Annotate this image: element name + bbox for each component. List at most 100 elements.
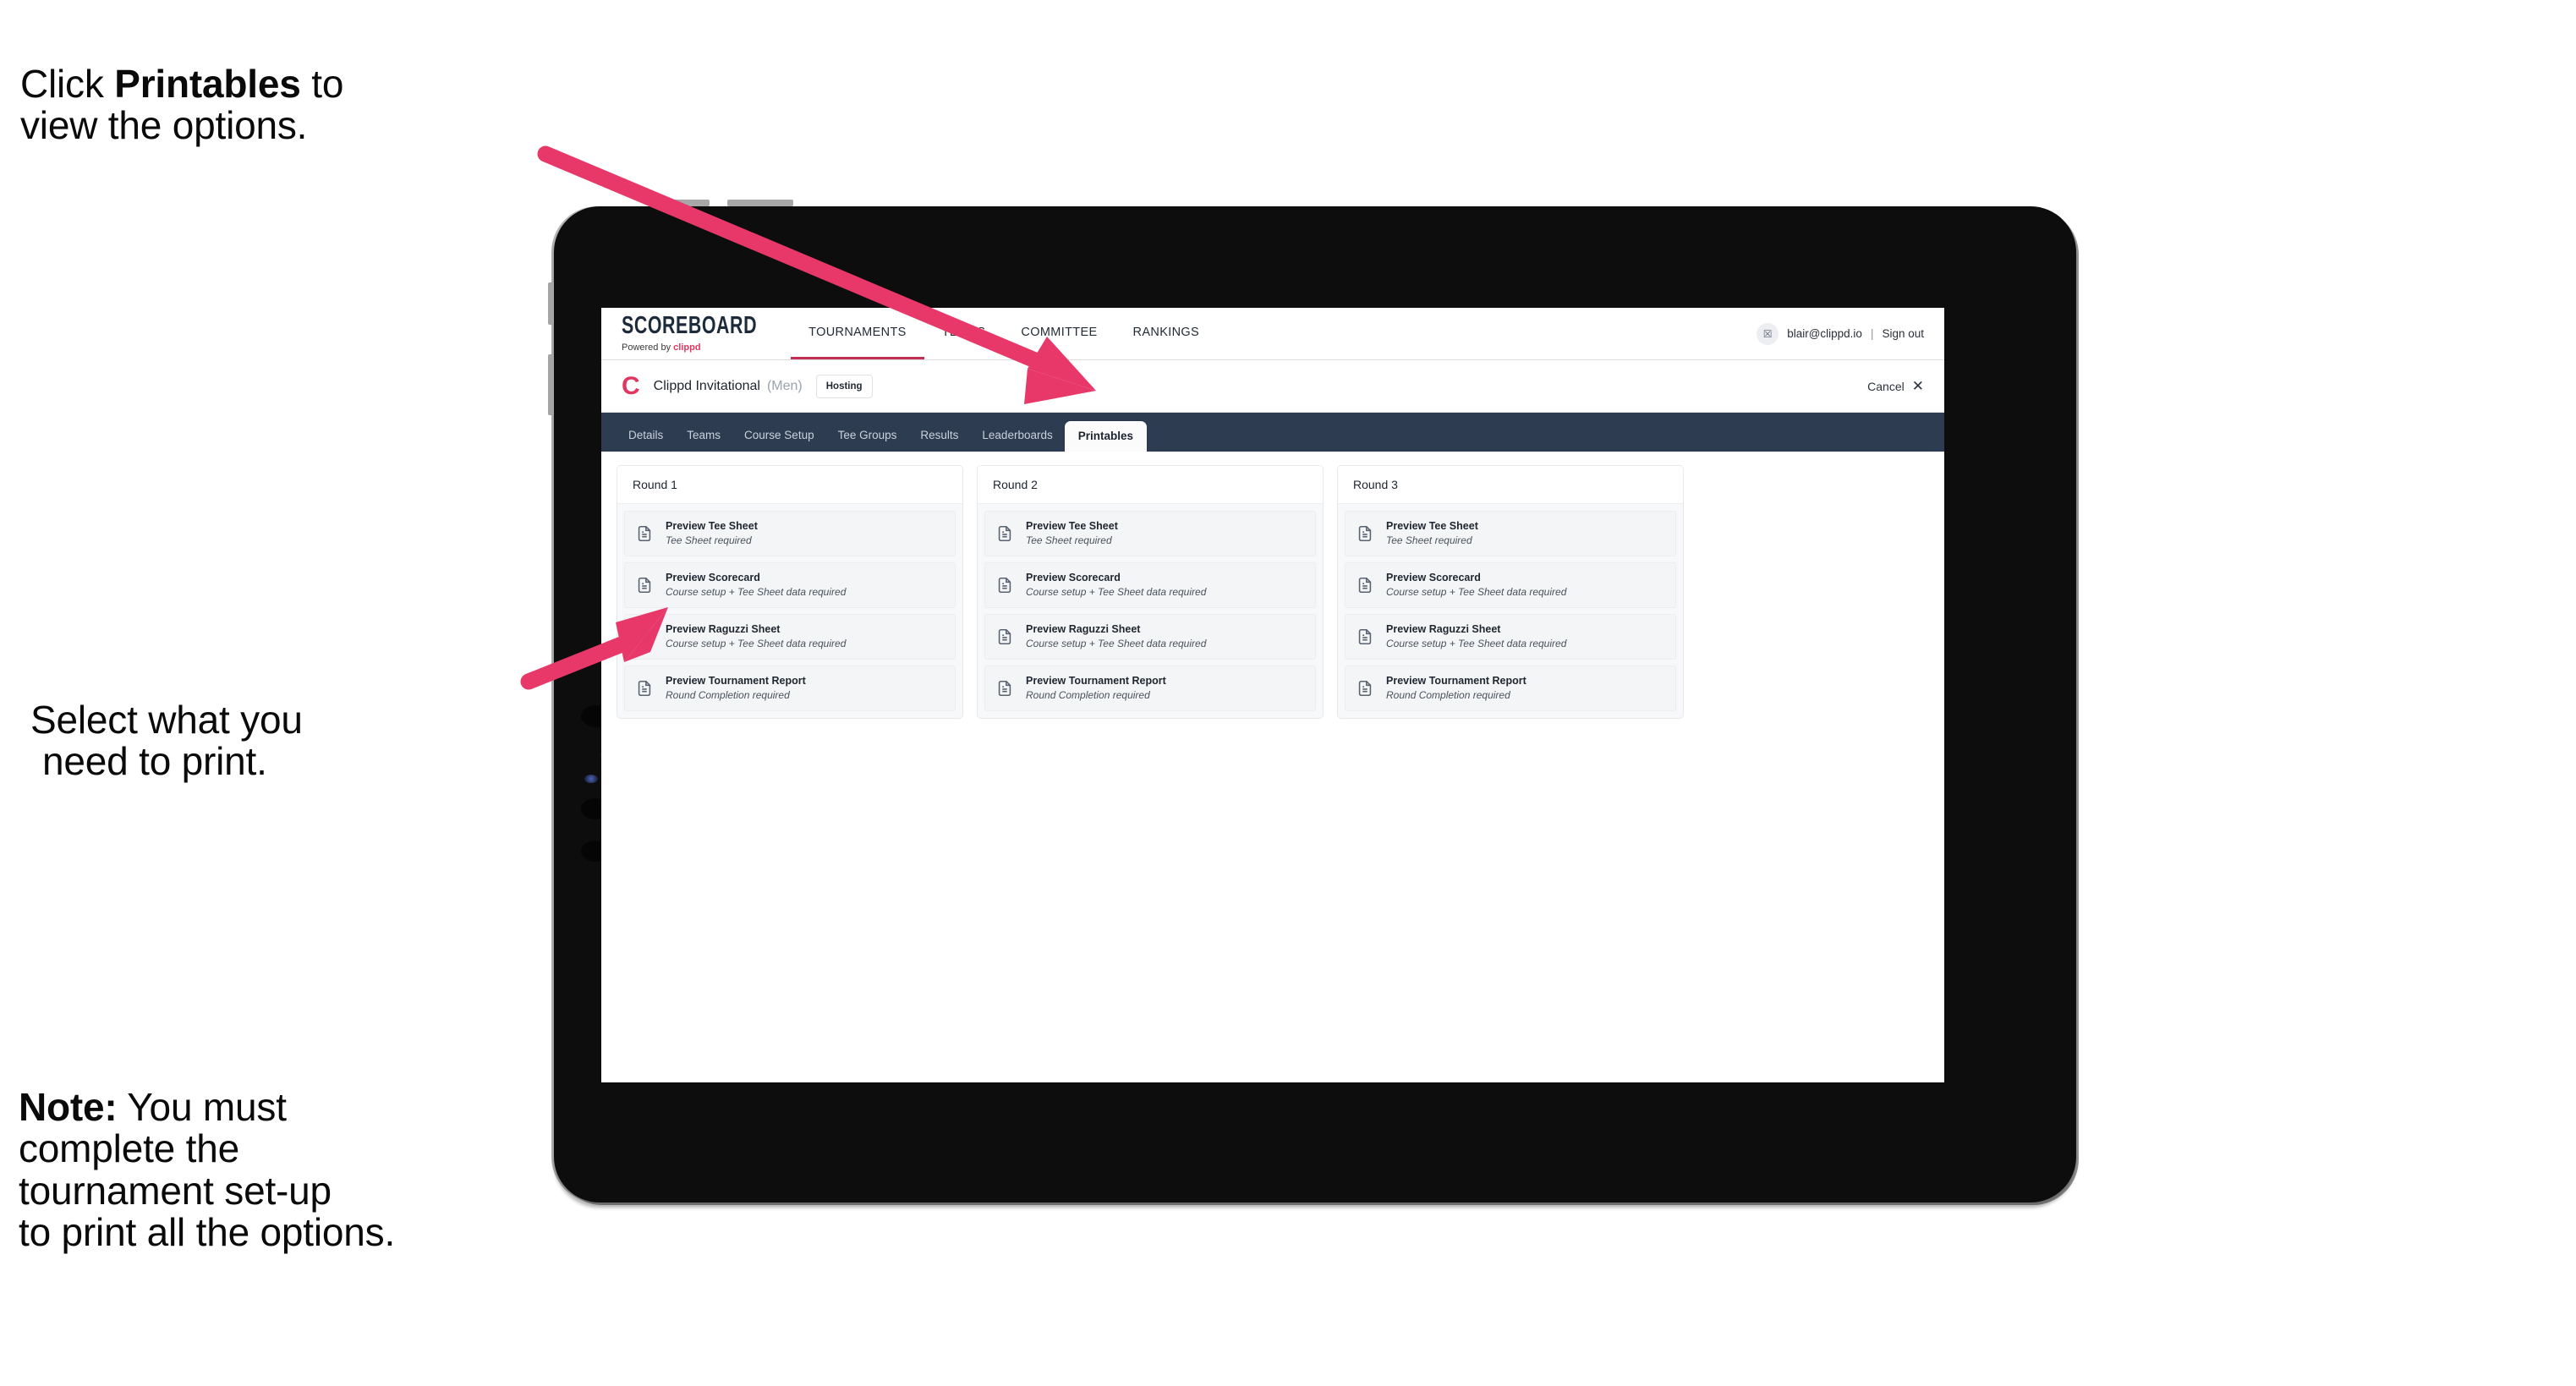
printable-subtitle: Round Completion required bbox=[1026, 688, 1150, 701]
primary-nav: TOURNAMENTS TEAMS COMMITTEE RANKINGS bbox=[791, 308, 1217, 359]
printable-subtitle: Course setup + Tee Sheet data required bbox=[666, 637, 847, 649]
printable-row-tournament-report-r1[interactable]: Preview Tournament Report Round Completi… bbox=[624, 665, 956, 711]
account-area: ☒ blair@clippd.io | Sign out bbox=[1757, 308, 1944, 359]
powered-by-prefix: Powered by bbox=[622, 342, 674, 353]
tournament-gender: (Men) bbox=[766, 378, 803, 393]
printable-row-tournament-report-r2[interactable]: Preview Tournament Report Round Completi… bbox=[984, 665, 1316, 711]
tablet-top-button-2 bbox=[727, 200, 793, 206]
close-icon: ✕ bbox=[1911, 378, 1924, 394]
printable-subtitle: Round Completion required bbox=[666, 688, 790, 701]
printable-title: Preview Scorecard bbox=[1026, 571, 1121, 583]
tab-teams[interactable]: Teams bbox=[675, 429, 732, 452]
tab-tee-groups[interactable]: Tee Groups bbox=[826, 429, 909, 452]
document-icon bbox=[995, 576, 1014, 594]
document-icon bbox=[635, 627, 654, 646]
printable-subtitle: Course setup + Tee Sheet data required bbox=[666, 585, 847, 598]
callout-text-click-printables: Click Printables to view the options. bbox=[20, 22, 578, 147]
printable-subtitle: Tee Sheet required bbox=[1386, 534, 1472, 546]
round-column-3: Round 3 Preview Tee Sheet Tee Sheet requ… bbox=[1337, 465, 1684, 719]
sign-out-link[interactable]: Sign out bbox=[1882, 327, 1924, 340]
printable-subtitle: Tee Sheet required bbox=[1026, 534, 1112, 546]
printable-title: Preview Raguzzi Sheet bbox=[666, 622, 781, 635]
app-top-bar: SCOREBOARD Powered by clippd TOURNAMENTS… bbox=[601, 308, 1944, 360]
tablet-volume-up-button bbox=[548, 282, 554, 325]
printable-row-raguzzi-sheet-r1[interactable]: Preview Raguzzi Sheet Course setup + Tee… bbox=[624, 613, 956, 660]
printable-row-raguzzi-sheet-r2[interactable]: Preview Raguzzi Sheet Course setup + Tee… bbox=[984, 613, 1316, 660]
callout-2-line2: need to print. bbox=[42, 739, 267, 784]
document-icon bbox=[635, 524, 654, 543]
printable-title: Preview Scorecard bbox=[1386, 571, 1481, 583]
printable-title: Preview Tee Sheet bbox=[1026, 520, 1118, 532]
nav-item-tournaments[interactable]: TOURNAMENTS bbox=[791, 308, 924, 359]
tablet-device: SCOREBOARD Powered by clippd TOURNAMENTS… bbox=[548, 200, 2080, 1208]
document-icon bbox=[1356, 524, 1374, 543]
round-1-title: Round 1 bbox=[617, 466, 962, 504]
printable-row-scorecard-r3[interactable]: Preview Scorecard Course setup + Tee She… bbox=[1345, 562, 1676, 608]
round-3-items: Preview Tee Sheet Tee Sheet required Pre… bbox=[1338, 504, 1683, 718]
tab-printables[interactable]: Printables bbox=[1064, 420, 1148, 452]
round-2-title: Round 2 bbox=[978, 466, 1323, 504]
scoreboard-logo: SCOREBOARD Powered by clippd bbox=[622, 308, 791, 359]
status-badge-hosting: Hosting bbox=[815, 374, 873, 398]
printable-title: Preview Raguzzi Sheet bbox=[1026, 622, 1141, 635]
printable-title: Preview Tournament Report bbox=[1026, 674, 1166, 687]
printable-subtitle: Course setup + Tee Sheet data required bbox=[1386, 637, 1567, 649]
document-icon bbox=[995, 524, 1014, 543]
round-3-title: Round 3 bbox=[1338, 466, 1683, 504]
document-icon bbox=[1356, 576, 1374, 594]
brand-wordmark: SCOREBOARD bbox=[622, 310, 758, 338]
printable-row-scorecard-r1[interactable]: Preview Scorecard Course setup + Tee She… bbox=[624, 562, 956, 608]
callout-1-pre: Click bbox=[20, 62, 115, 107]
printable-title: Preview Tournament Report bbox=[1386, 674, 1526, 687]
tablet-volume-down-button bbox=[548, 354, 554, 415]
printable-title: Preview Scorecard bbox=[666, 571, 760, 583]
printable-subtitle: Course setup + Tee Sheet data required bbox=[1386, 585, 1567, 598]
callout-2-line1: Select what you bbox=[30, 698, 303, 742]
printable-subtitle: Course setup + Tee Sheet data required bbox=[1026, 585, 1207, 598]
printable-row-scorecard-r2[interactable]: Preview Scorecard Course setup + Tee She… bbox=[984, 562, 1316, 608]
tournament-name: Clippd Invitational bbox=[653, 378, 760, 393]
tablet-status-indicator bbox=[584, 775, 598, 783]
printable-row-tee-sheet-r2[interactable]: Preview Tee Sheet Tee Sheet required bbox=[984, 511, 1316, 556]
printable-subtitle: Round Completion required bbox=[1386, 688, 1510, 701]
clippd-c-icon: C bbox=[622, 371, 640, 400]
tablet-screen: SCOREBOARD Powered by clippd TOURNAMENTS… bbox=[601, 308, 1944, 1082]
cancel-button[interactable]: Cancel ✕ bbox=[1867, 379, 1924, 393]
printable-row-raguzzi-sheet-r3[interactable]: Preview Raguzzi Sheet Course setup + Tee… bbox=[1345, 613, 1676, 660]
avatar[interactable]: ☒ bbox=[1757, 322, 1779, 345]
tab-details[interactable]: Details bbox=[617, 429, 675, 452]
tab-course-setup[interactable]: Course Setup bbox=[732, 429, 826, 452]
tab-results[interactable]: Results bbox=[908, 429, 970, 452]
round-column-1: Round 1 Preview Tee Sheet Tee Sheet requ… bbox=[617, 465, 963, 719]
account-separator: | bbox=[1870, 327, 1874, 340]
tablet-top-button-1 bbox=[672, 200, 710, 206]
printable-subtitle: Tee Sheet required bbox=[666, 534, 752, 546]
callout-text-select-print: Select what you need to print. bbox=[30, 658, 572, 824]
document-icon bbox=[635, 679, 654, 698]
nav-item-rankings[interactable]: RANKINGS bbox=[1115, 308, 1218, 359]
round-2-items: Preview Tee Sheet Tee Sheet required Pre… bbox=[978, 504, 1323, 718]
document-icon bbox=[995, 679, 1014, 698]
printables-round-columns: Round 1 Preview Tee Sheet Tee Sheet requ… bbox=[601, 452, 1944, 719]
printable-row-tournament-report-r3[interactable]: Preview Tournament Report Round Completi… bbox=[1345, 665, 1676, 711]
callout-1-bold: Printables bbox=[114, 62, 301, 107]
cancel-label: Cancel bbox=[1867, 379, 1905, 393]
tab-leaderboards[interactable]: Leaderboards bbox=[970, 429, 1064, 452]
nav-item-committee[interactable]: COMMITTEE bbox=[1003, 308, 1115, 359]
page-root: Click Printables to view the options. Se… bbox=[0, 0, 2576, 1386]
tournament-header: C Clippd Invitational (Men) Hosting Canc… bbox=[601, 360, 1944, 413]
brand-powered-by: Powered by clippd bbox=[622, 342, 767, 353]
account-email: blair@clippd.io bbox=[1787, 327, 1862, 340]
callout-3-bold: Note: bbox=[19, 1085, 118, 1130]
printable-title: Preview Tournament Report bbox=[666, 674, 806, 687]
powered-by-clippd: clippd bbox=[673, 342, 701, 353]
printable-title: Preview Tee Sheet bbox=[1386, 520, 1478, 532]
printable-row-tee-sheet-r3[interactable]: Preview Tee Sheet Tee Sheet required bbox=[1345, 511, 1676, 556]
nav-item-teams[interactable]: TEAMS bbox=[924, 308, 1004, 359]
round-column-2: Round 2 Preview Tee Sheet Tee Sheet requ… bbox=[977, 465, 1324, 719]
printable-row-tee-sheet-r1[interactable]: Preview Tee Sheet Tee Sheet required bbox=[624, 511, 956, 556]
document-icon bbox=[635, 576, 654, 594]
printable-title: Preview Raguzzi Sheet bbox=[1386, 622, 1501, 635]
document-icon bbox=[995, 627, 1014, 646]
printable-subtitle: Course setup + Tee Sheet data required bbox=[1026, 637, 1207, 649]
